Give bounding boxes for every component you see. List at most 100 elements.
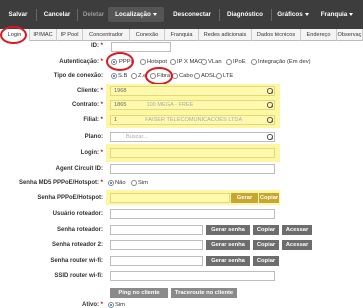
senha-pppoe-field[interactable] [110, 193, 230, 203]
tab-dados-tecnicos[interactable]: Dados técnicos [252, 29, 301, 41]
annotation-circle [0, 26, 27, 44]
tab-bar: Login IP/MAC IP Pool Concentrador Conexã… [0, 29, 363, 41]
ssid-field[interactable] [110, 271, 275, 281]
autenticacao-label: Autenticação: * [59, 59, 103, 65]
toolbar-divider [219, 9, 220, 21]
chevron-down-icon [152, 12, 157, 16]
ativo-option-label: Sim [115, 302, 125, 308]
tab-endereco[interactable]: Endereço [301, 29, 337, 41]
disconnect-button[interactable]: Desconectar [168, 8, 216, 22]
cliente-label: Cliente: * [76, 88, 103, 94]
chevron-down-icon [304, 12, 309, 16]
plano-field[interactable]: Buscar... [110, 132, 275, 142]
cliente-field[interactable]: 1968 [110, 86, 275, 96]
auth-option-label: VLan [208, 59, 222, 65]
tab-concentrador[interactable]: Concentrador [83, 29, 130, 41]
copiar-button[interactable]: Copiar [253, 256, 279, 266]
tab-observacoes[interactable]: Observaç [337, 29, 363, 41]
tab-franquia[interactable]: Franquia [165, 29, 199, 41]
tab-conexao[interactable]: Conexão [130, 29, 165, 41]
franchise-menu-button[interactable]: Franquia [316, 8, 358, 22]
tipo-radio-adsl[interactable] [194, 73, 200, 79]
senha-wifi-field[interactable] [110, 256, 203, 266]
login-label: Login: * [80, 150, 103, 156]
auth-radio-integracao[interactable] [251, 59, 257, 65]
traceroute-button[interactable]: Traceroute no cliente [171, 288, 237, 298]
plano-label: Plano: [84, 134, 103, 140]
auth-radio-hotspot[interactable] [140, 59, 146, 65]
diagnostic-button[interactable]: Diagnóstico [222, 8, 268, 22]
md5-radio-nao[interactable] [108, 180, 114, 186]
ssid-label: SSID router wi-fi: [54, 273, 103, 279]
senha-wifi-label: Senha router wi-fi: [50, 258, 103, 264]
franchise-label: Franquia [320, 11, 348, 18]
gerar-senha-button[interactable]: Gerar senha [206, 256, 250, 266]
chevron-down-icon [349, 12, 354, 16]
login-field[interactable] [110, 148, 275, 158]
tipo-radio-lte[interactable] [216, 73, 222, 79]
tipo-conexao-label: Tipo de conexão: [53, 73, 103, 79]
plano-placeholder: Buscar... [126, 134, 148, 140]
search-icon[interactable] [267, 134, 273, 140]
senha-roteador-2-label: Senha roteador 2: [51, 242, 103, 248]
tipo-option-label: LTE [223, 73, 234, 79]
md5-option-label: Não [115, 180, 126, 186]
location-menu-button[interactable]: Localização [109, 8, 163, 22]
save-button[interactable]: Salvar [4, 8, 32, 22]
copiar-button[interactable]: Copiar [253, 225, 279, 235]
tipo-radio-ze[interactable] [131, 73, 137, 79]
ping-button[interactable]: Ping no cliente [110, 288, 168, 298]
toolbar-divider [36, 9, 37, 21]
auth-radio-ipoe[interactable] [226, 59, 232, 65]
filial-value: 1 [114, 117, 118, 123]
auth-radio-ip-mac[interactable] [170, 59, 176, 65]
md5-radio-sim[interactable] [131, 180, 137, 186]
copiar-button[interactable]: Copiar [259, 193, 279, 203]
usuario-roteador-field[interactable] [110, 209, 275, 219]
auth-radio-vlan[interactable] [201, 59, 207, 65]
top-toolbar: Salvar Cancelar Deletar Localização Desc… [0, 0, 363, 29]
location-label: Localização [115, 11, 151, 18]
usuario-roteador-label: Usuário roteador: [52, 211, 103, 217]
ativo-label: Ativo: * [81, 302, 103, 308]
auth-option-label: IP X MAC [177, 59, 203, 65]
acessar-button[interactable]: Acessar [282, 225, 312, 235]
tab-redes-adicionais[interactable]: Redes adicionais [199, 29, 252, 41]
id-field[interactable] [111, 42, 171, 52]
gerar-senha-button[interactable]: Gerar senha [206, 240, 250, 250]
tipo-option-label: Cabo [179, 73, 193, 79]
senha-roteador-label: Senha roteador: [56, 227, 103, 233]
gerar-senha-button[interactable]: Gerar senha [206, 225, 250, 235]
filial-label: Filial: * [83, 117, 103, 123]
toolbar-divider [271, 9, 272, 21]
tipo-option-label: ADSL [201, 73, 217, 79]
acessar-button[interactable]: Acessar [282, 240, 312, 250]
annotation-circle [145, 67, 173, 85]
id-label: ID: * [90, 43, 103, 49]
auth-option-label: IPoE [233, 59, 246, 65]
search-icon[interactable] [267, 117, 273, 123]
search-icon[interactable] [267, 88, 273, 94]
delete-button[interactable]: Deletar [80, 8, 107, 22]
senha-roteador-2-field[interactable] [110, 240, 203, 250]
ativo-radio-sim[interactable] [108, 302, 114, 308]
search-icon[interactable] [267, 102, 273, 108]
senha-roteador-field[interactable] [110, 225, 203, 235]
copiar-button[interactable]: Copiar [253, 240, 279, 250]
cancel-button[interactable]: Cancelar [40, 8, 74, 22]
charts-menu-button[interactable]: Gráficos [274, 8, 312, 22]
auth-option-label: Integração (Em dev) [258, 59, 311, 65]
gerar-senha-button[interactable]: Gerar senha [231, 193, 258, 211]
annotation-circle [106, 52, 134, 71]
tipo-option-label: S.B [118, 73, 128, 79]
tab-ip-pool[interactable]: IP Pool [57, 29, 83, 41]
md5-option-label: Sim [138, 180, 148, 186]
filial-field[interactable]: 1 FAISER TELECOMUNICACOES LTDA [110, 115, 275, 125]
agent-circuit-label: Agent Circuit ID: [55, 166, 103, 172]
agent-circuit-field[interactable] [110, 164, 275, 174]
contrato-description: 100 MEGA - FREE [146, 102, 194, 108]
tab-ip-mac[interactable]: IP/MAC [30, 29, 57, 41]
tipo-radio-sb[interactable] [111, 73, 117, 79]
toolbar-divider [77, 9, 78, 21]
contrato-field[interactable]: 1865 100 MEGA - FREE [110, 100, 275, 110]
